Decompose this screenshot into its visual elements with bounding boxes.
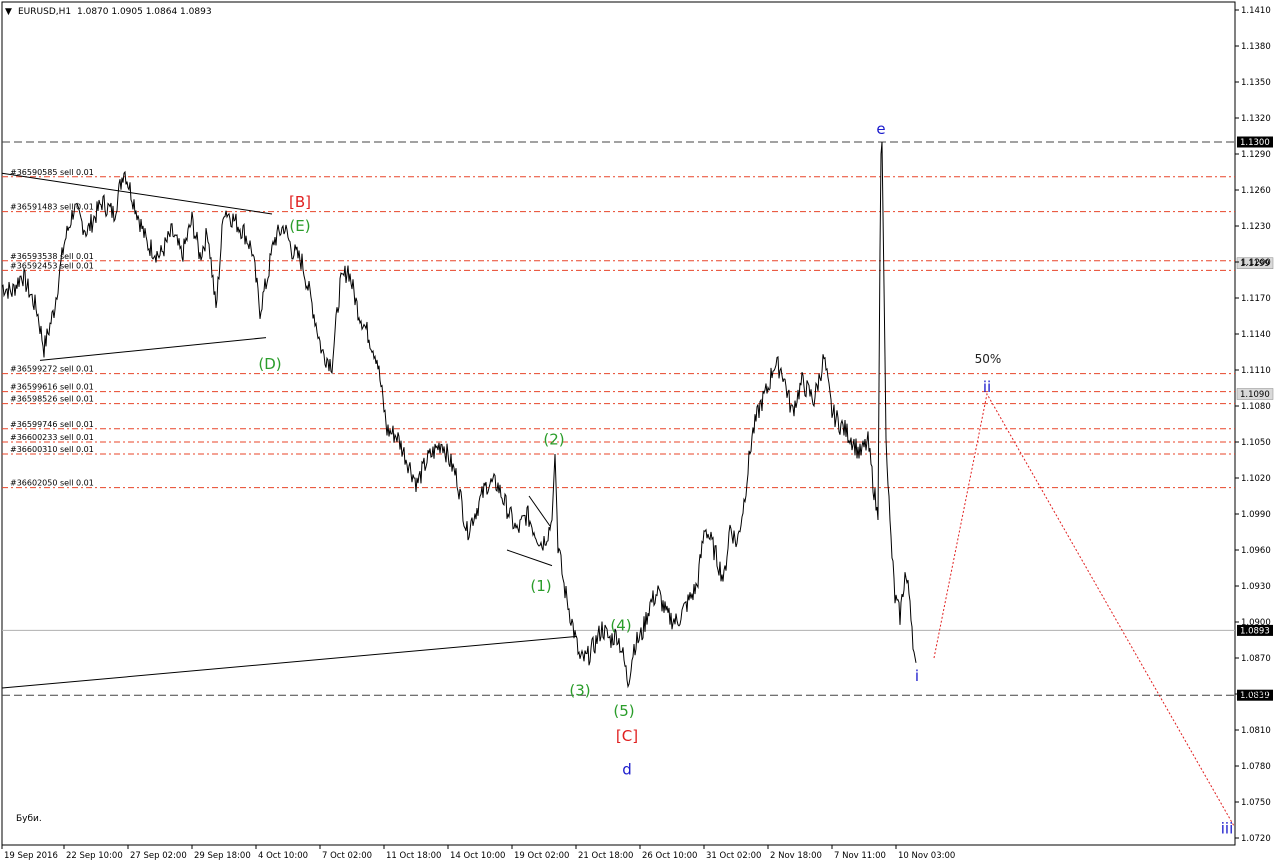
x-tick-label: 10 Nov 03:00 [898, 851, 955, 861]
price-chart[interactable]: #36590585 sell 0.01 #36591483 sell 0.01 #3… [0, 0, 1276, 866]
forecast-path [933, 392, 1235, 827]
wave-label: ii [983, 378, 991, 396]
order-label: #36602050 sell 0.01 [10, 479, 94, 488]
chart-symbol: EURUSD,H1 [18, 7, 71, 17]
y-tick-label: 1.1140 [1241, 330, 1271, 340]
x-tick-label: 22 Sep 10:00 [66, 851, 123, 861]
y-tick-label: 1.0810 [1241, 726, 1271, 736]
x-tick-label: 21 Oct 18:00 [578, 851, 633, 861]
order-label: #36591483 sell 0.01 [10, 203, 94, 212]
x-tick-label: 2 Nov 18:00 [770, 851, 822, 861]
y-tick-label: 1.1410 [1241, 6, 1271, 16]
x-tick-label: 7 Oct 02:00 [322, 851, 372, 861]
wave-label: i [915, 667, 919, 685]
y-tick-label: 1.1080 [1241, 402, 1271, 412]
y-tick-label: 1.1290 [1241, 150, 1271, 160]
wave-label: (D) [258, 355, 281, 373]
trendline[interactable] [1, 635, 578, 689]
y-tick-label: 1.0750 [1241, 798, 1271, 808]
y-tick-label: 1.1050 [1241, 438, 1271, 448]
order-label: #36600310 sell 0.01 [10, 445, 94, 454]
wave-label: d [622, 761, 632, 779]
y-tick-label: 1.0780 [1241, 762, 1271, 772]
y-tick-label: 1.1170 [1241, 294, 1271, 304]
y-tick-label: 1.0930 [1241, 582, 1271, 592]
y-tick-label: 1.1200 [1241, 258, 1271, 268]
order-label: #36600233 sell 0.01 [10, 433, 94, 442]
wave-label: (2) [543, 431, 564, 449]
x-tick-label: 27 Sep 02:00 [130, 851, 187, 861]
wave-label: (3) [569, 681, 590, 699]
trendline[interactable] [39, 337, 267, 361]
y-tick-label: 1.0720 [1241, 834, 1271, 844]
wave-label: (1) [530, 577, 551, 595]
price-series-line [1, 141, 917, 689]
y-tick-label: 1.0960 [1241, 546, 1271, 556]
price-tag-label: 1.1300 [1240, 138, 1270, 148]
wave-label: (4) [610, 617, 631, 635]
x-tick-label: 11 Oct 18:00 [386, 851, 441, 861]
x-tick-label: 14 Oct 10:00 [450, 851, 505, 861]
order-label: #36593538 sell 0.01 [10, 252, 94, 261]
chart-menu-arrow-icon[interactable]: ▼ [5, 7, 12, 17]
wave-label: 50% [975, 352, 1002, 366]
x-tick-label: 31 Oct 02:00 [706, 851, 761, 861]
chart-ohlc: 1.0870 1.0905 1.0864 1.0893 [77, 7, 212, 17]
x-tick-label: 4 Oct 10:00 [258, 851, 308, 861]
y-tick-label: 1.1230 [1241, 222, 1271, 232]
price-tag-label: 1.1090 [1240, 390, 1270, 400]
x-tick-label: 26 Oct 10:00 [642, 851, 697, 861]
signature-text: Буби. [16, 814, 42, 824]
x-tick-label: 7 Nov 11:00 [834, 851, 886, 861]
order-label: #36599616 sell 0.01 [10, 383, 94, 392]
y-tick-label: 1.1020 [1241, 474, 1271, 484]
wave-label: [C] [616, 727, 638, 745]
y-tick-label: 1.1350 [1241, 78, 1271, 88]
y-tick-label: 1.1110 [1241, 366, 1271, 376]
y-tick-label: 1.0840 [1241, 690, 1271, 700]
y-tick-label: 1.0870 [1241, 654, 1271, 664]
x-tick-label: 19 Sep 2016 [4, 851, 58, 861]
x-tick-label: 19 Oct 02:00 [514, 851, 569, 861]
x-tick-label: 29 Sep 18:00 [194, 851, 251, 861]
y-tick-label: 1.0900 [1241, 618, 1271, 628]
order-label: #36592453 sell 0.01 [10, 261, 94, 270]
order-label: #36598526 sell 0.01 [10, 395, 94, 404]
y-tick-label: 1.1260 [1241, 186, 1271, 196]
y-tick-label: 1.0990 [1241, 510, 1271, 520]
wave-label: [B] [289, 193, 311, 211]
chart-window[interactable]: #36590585 sell 0.01 #36591483 sell 0.01 #3… [0, 0, 1276, 866]
wave-label: (E) [289, 217, 310, 235]
wave-label: (5) [613, 702, 634, 720]
order-label: #36590585 sell 0.01 [10, 168, 94, 177]
wave-label: e [876, 120, 885, 138]
wave-label: iii [1221, 819, 1234, 837]
trendline[interactable] [506, 549, 553, 567]
order-label: #36599272 sell 0.01 [10, 365, 94, 374]
y-tick-label: 1.1320 [1241, 114, 1271, 124]
trendline[interactable] [528, 495, 551, 527]
order-label: #36599746 sell 0.01 [10, 420, 94, 429]
y-tick-label: 1.1380 [1241, 42, 1271, 52]
